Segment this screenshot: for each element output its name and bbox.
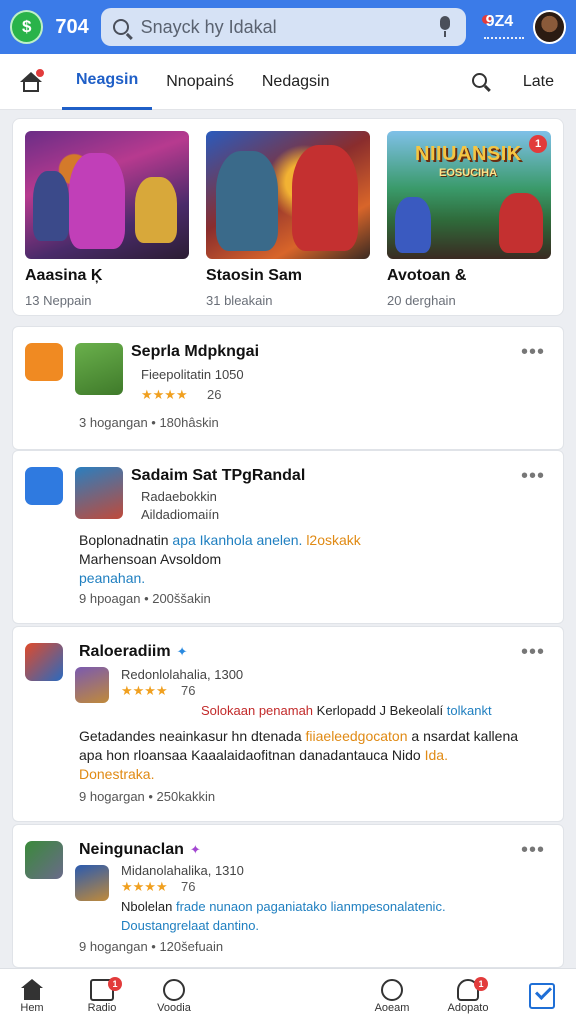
source-app-icon[interactable] [25, 643, 63, 681]
source-app-icon[interactable] [25, 343, 63, 381]
featured-title: Avotoan & [387, 267, 467, 284]
game-thumbnail[interactable] [75, 343, 123, 395]
card-body: Nbolelan frade nunaon paganiatako lianmp… [121, 899, 446, 933]
tab-nedagsin[interactable]: Nedagsin [248, 54, 344, 110]
rating-stars: ★★★★ [141, 387, 188, 402]
featured-meta: 20 derghain [387, 293, 456, 308]
featured-artwork [25, 131, 189, 259]
rating-stars: ★★★★ [121, 683, 168, 698]
notification-indicator [483, 37, 524, 40]
featured-meta: 31 bleakain [206, 293, 273, 308]
verified-icon: ✦ [189, 842, 201, 857]
featured-art-subtitle: EOSUCIHA [439, 167, 498, 179]
nav-adopato[interactable]: 1 Adopato [438, 969, 498, 1024]
featured-title: Staosin Sam [206, 267, 303, 284]
search-placeholder: Snayck hy Idakal [140, 16, 277, 37]
notifications-button[interactable]: 9Z4 [478, 7, 525, 47]
featured-badge: 1 [529, 135, 547, 153]
nav-check[interactable] [512, 969, 572, 1024]
more-options-icon[interactable]: ••• [521, 840, 545, 860]
card-subtitle-2: Aildadiomaiín [141, 507, 220, 522]
feed-card[interactable]: Seprla Mdpkngai Fieepolitatin 1050 ★★★★ … [12, 326, 564, 450]
featured-card[interactable]: Staosin Sam 31 bleakain [206, 131, 370, 315]
more-options-icon[interactable]: ••• [521, 466, 545, 486]
microphone-icon[interactable] [436, 16, 454, 38]
featured-artwork [206, 131, 370, 259]
card-subtitle: Redonlolahalia, 1300 [121, 667, 244, 682]
feed-card[interactable]: Neingunaclan ✦ Midanolahalika, 1310 ★★★★ … [12, 824, 564, 968]
card-meta: 9 hpoagan • 200ššakin [79, 591, 211, 606]
notification-count: 9Z4 [485, 13, 514, 30]
check-icon [529, 983, 555, 1009]
nav-label: Adopato [447, 1002, 489, 1014]
feed-card[interactable]: Sadaim Sat TPgRandal Radaebokkin Aildadi… [12, 450, 564, 624]
card-title[interactable]: Sadaim Sat TPgRandal [131, 467, 305, 485]
card-subtitle: Fieepolitatin 1050 [141, 367, 244, 382]
home-icon [20, 979, 44, 1001]
featured-art-title: NIIUANSIK [415, 143, 522, 165]
card-subtitle: Midanolahalika, 1310 [121, 863, 244, 878]
nav-aoeam[interactable]: Aoeam [362, 969, 422, 1024]
game-thumbnail[interactable] [75, 667, 109, 703]
card-title[interactable]: Raloeradiim ✦ [79, 643, 188, 661]
card-body: Boplonadnatin apa Ikanhola anelen. l2osk… [79, 532, 361, 586]
late-link[interactable]: Late [523, 73, 554, 91]
app-logo-icon[interactable]: $ [10, 10, 44, 44]
more-options-icon[interactable]: ••• [521, 342, 545, 362]
card-meta: 3 hogangan • 180hâskin [79, 415, 219, 430]
bottom-navigation: Hem 1 Radio Voodia Aoeam 1 Adopato [0, 968, 576, 1024]
source-app-icon[interactable] [25, 467, 63, 505]
card-subtitle: Radaebokkin [141, 489, 217, 504]
heart-icon [381, 979, 403, 1001]
home-badge [35, 67, 45, 78]
card-body: Getadandes neainkasur hn dtenada fiiaele… [79, 728, 519, 782]
rating-value: 26 [207, 387, 222, 402]
nav-home[interactable]: Hem [2, 969, 62, 1024]
game-thumbnail[interactable] [75, 865, 109, 901]
feed-card[interactable]: Raloeradiim ✦ Redonlolahalia, 1300 ★★★★ 7… [12, 626, 564, 822]
nav-badge: 1 [108, 977, 122, 991]
featured-card[interactable]: Aaasina Ķ 13 Neppain [25, 131, 189, 315]
card-highlights: Solokaan penamah Kerlopadd J Bekeolalí t… [201, 703, 492, 718]
card-title[interactable]: Seprla Mdpkngai [131, 343, 259, 361]
featured-artwork: NIIUANSIK EOSUCIHA 1 [387, 131, 551, 259]
card-meta: 9 hogargan • 250kakkin [79, 789, 216, 804]
source-app-icon[interactable] [25, 841, 63, 879]
nav-badge: 1 [474, 977, 488, 991]
rating-value: 76 [181, 683, 196, 698]
search-icon [471, 72, 487, 88]
card-meta: 9 hogangan • 120šefuain [79, 939, 224, 954]
tab-nnopains[interactable]: Nnopainś [152, 54, 248, 110]
nav-label: Aoeam [374, 1002, 410, 1014]
more-options-icon[interactable]: ••• [521, 642, 545, 662]
tab-neagsin[interactable]: Neagsin [62, 54, 153, 110]
avatar[interactable] [532, 10, 566, 44]
game-thumbnail[interactable] [75, 467, 123, 519]
featured-card[interactable]: NIIUANSIK EOSUCIHA 1 Avotoan & 20 dergha… [387, 131, 551, 315]
nav-voodia[interactable]: Voodia [144, 969, 204, 1024]
featured-meta: 13 Neppain [25, 293, 92, 308]
rating-value: 76 [181, 879, 196, 894]
face-icon [163, 979, 185, 1001]
nav-label: Hem [20, 1002, 44, 1014]
rating-stars: ★★★★ [121, 879, 168, 894]
nav-label: Voodia [157, 1002, 191, 1014]
card-title[interactable]: Neingunaclan ✦ [79, 841, 201, 859]
featured-title: Aaasina Ķ [25, 267, 103, 284]
app-title: 704 [55, 15, 89, 38]
nav-label: Radio [87, 1002, 117, 1014]
featured-carousel: Aaasina Ķ 13 Neppain Staosin Sam 31 blea… [12, 118, 564, 316]
top-app-bar: $ 704 Snayck hy Idakal 9Z4 [0, 0, 576, 54]
search-input[interactable]: Snayck hy Idakal [100, 8, 466, 46]
tab-bar: Neagsin Nnopainś Nedagsin Late [0, 54, 576, 110]
search-icon [112, 19, 129, 35]
home-button[interactable] [0, 54, 62, 110]
verified-icon: ✦ [176, 644, 188, 659]
tab-search-button[interactable] [461, 62, 501, 102]
nav-radio[interactable]: 1 Radio [72, 969, 132, 1024]
